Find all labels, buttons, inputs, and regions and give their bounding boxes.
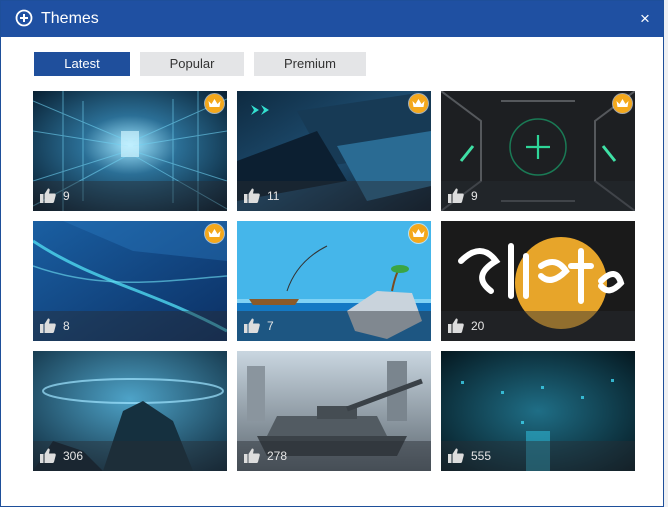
like-count: 11 [267, 189, 280, 203]
premium-crown-icon [409, 94, 428, 113]
thumbs-up-icon [448, 448, 464, 463]
like-bar: 8 [33, 311, 227, 341]
thumbs-up-icon [448, 188, 464, 203]
theme-card-tech-city[interactable]: 555 [441, 351, 635, 471]
like-bar: 11 [237, 181, 431, 211]
theme-card-tunnel[interactable]: 9 [33, 91, 227, 211]
tab-premium[interactable]: Premium [254, 52, 366, 76]
theme-card-ufo-planet[interactable]: 306 [33, 351, 227, 471]
thumbs-up-icon [244, 318, 260, 333]
like-count: 20 [471, 319, 485, 333]
thumbs-up-icon [244, 448, 260, 463]
plus-circle-icon [15, 9, 33, 27]
like-bar: 20 [441, 311, 635, 341]
like-bar: 278 [237, 441, 431, 471]
tab-popular[interactable]: Popular [140, 52, 244, 76]
like-bar: 7 [237, 311, 431, 341]
thumbs-up-icon [40, 448, 56, 463]
thumbs-up-icon [40, 188, 56, 203]
like-bar: 9 [33, 181, 227, 211]
theme-card-scifi-panels[interactable]: 11 [237, 91, 431, 211]
like-bar: 306 [33, 441, 227, 471]
like-count: 9 [471, 189, 478, 203]
themes-dialog: Themes × Latest Popular Premium 9 11 9 8… [0, 0, 664, 507]
premium-crown-icon [205, 94, 224, 113]
theme-card-blue-waves[interactable]: 8 [33, 221, 227, 341]
thumbs-up-icon [244, 188, 260, 203]
like-bar: 555 [441, 441, 635, 471]
like-count: 7 [267, 319, 274, 333]
title-bar[interactable]: Themes × [1, 1, 663, 37]
theme-card-hud-cross[interactable]: 9 [441, 91, 635, 211]
like-count: 8 [63, 319, 70, 333]
theme-card-fishing-island[interactable]: 7 [237, 221, 431, 341]
like-count: 306 [63, 449, 84, 463]
like-count: 555 [471, 449, 492, 463]
thumbs-up-icon [40, 318, 56, 333]
premium-crown-icon [205, 224, 224, 243]
like-count: 278 [267, 449, 288, 463]
premium-crown-icon [409, 224, 428, 243]
close-button[interactable]: × [635, 9, 655, 29]
like-bar: 9 [441, 181, 635, 211]
thumbs-up-icon [448, 318, 464, 333]
theme-card-skate-graffiti[interactable]: 20 [441, 221, 635, 341]
like-count: 9 [63, 189, 70, 203]
dialog-title: Themes [41, 10, 99, 27]
tab-latest[interactable]: Latest [34, 52, 130, 76]
theme-card-tank[interactable]: 278 [237, 351, 431, 471]
premium-crown-icon [613, 94, 632, 113]
